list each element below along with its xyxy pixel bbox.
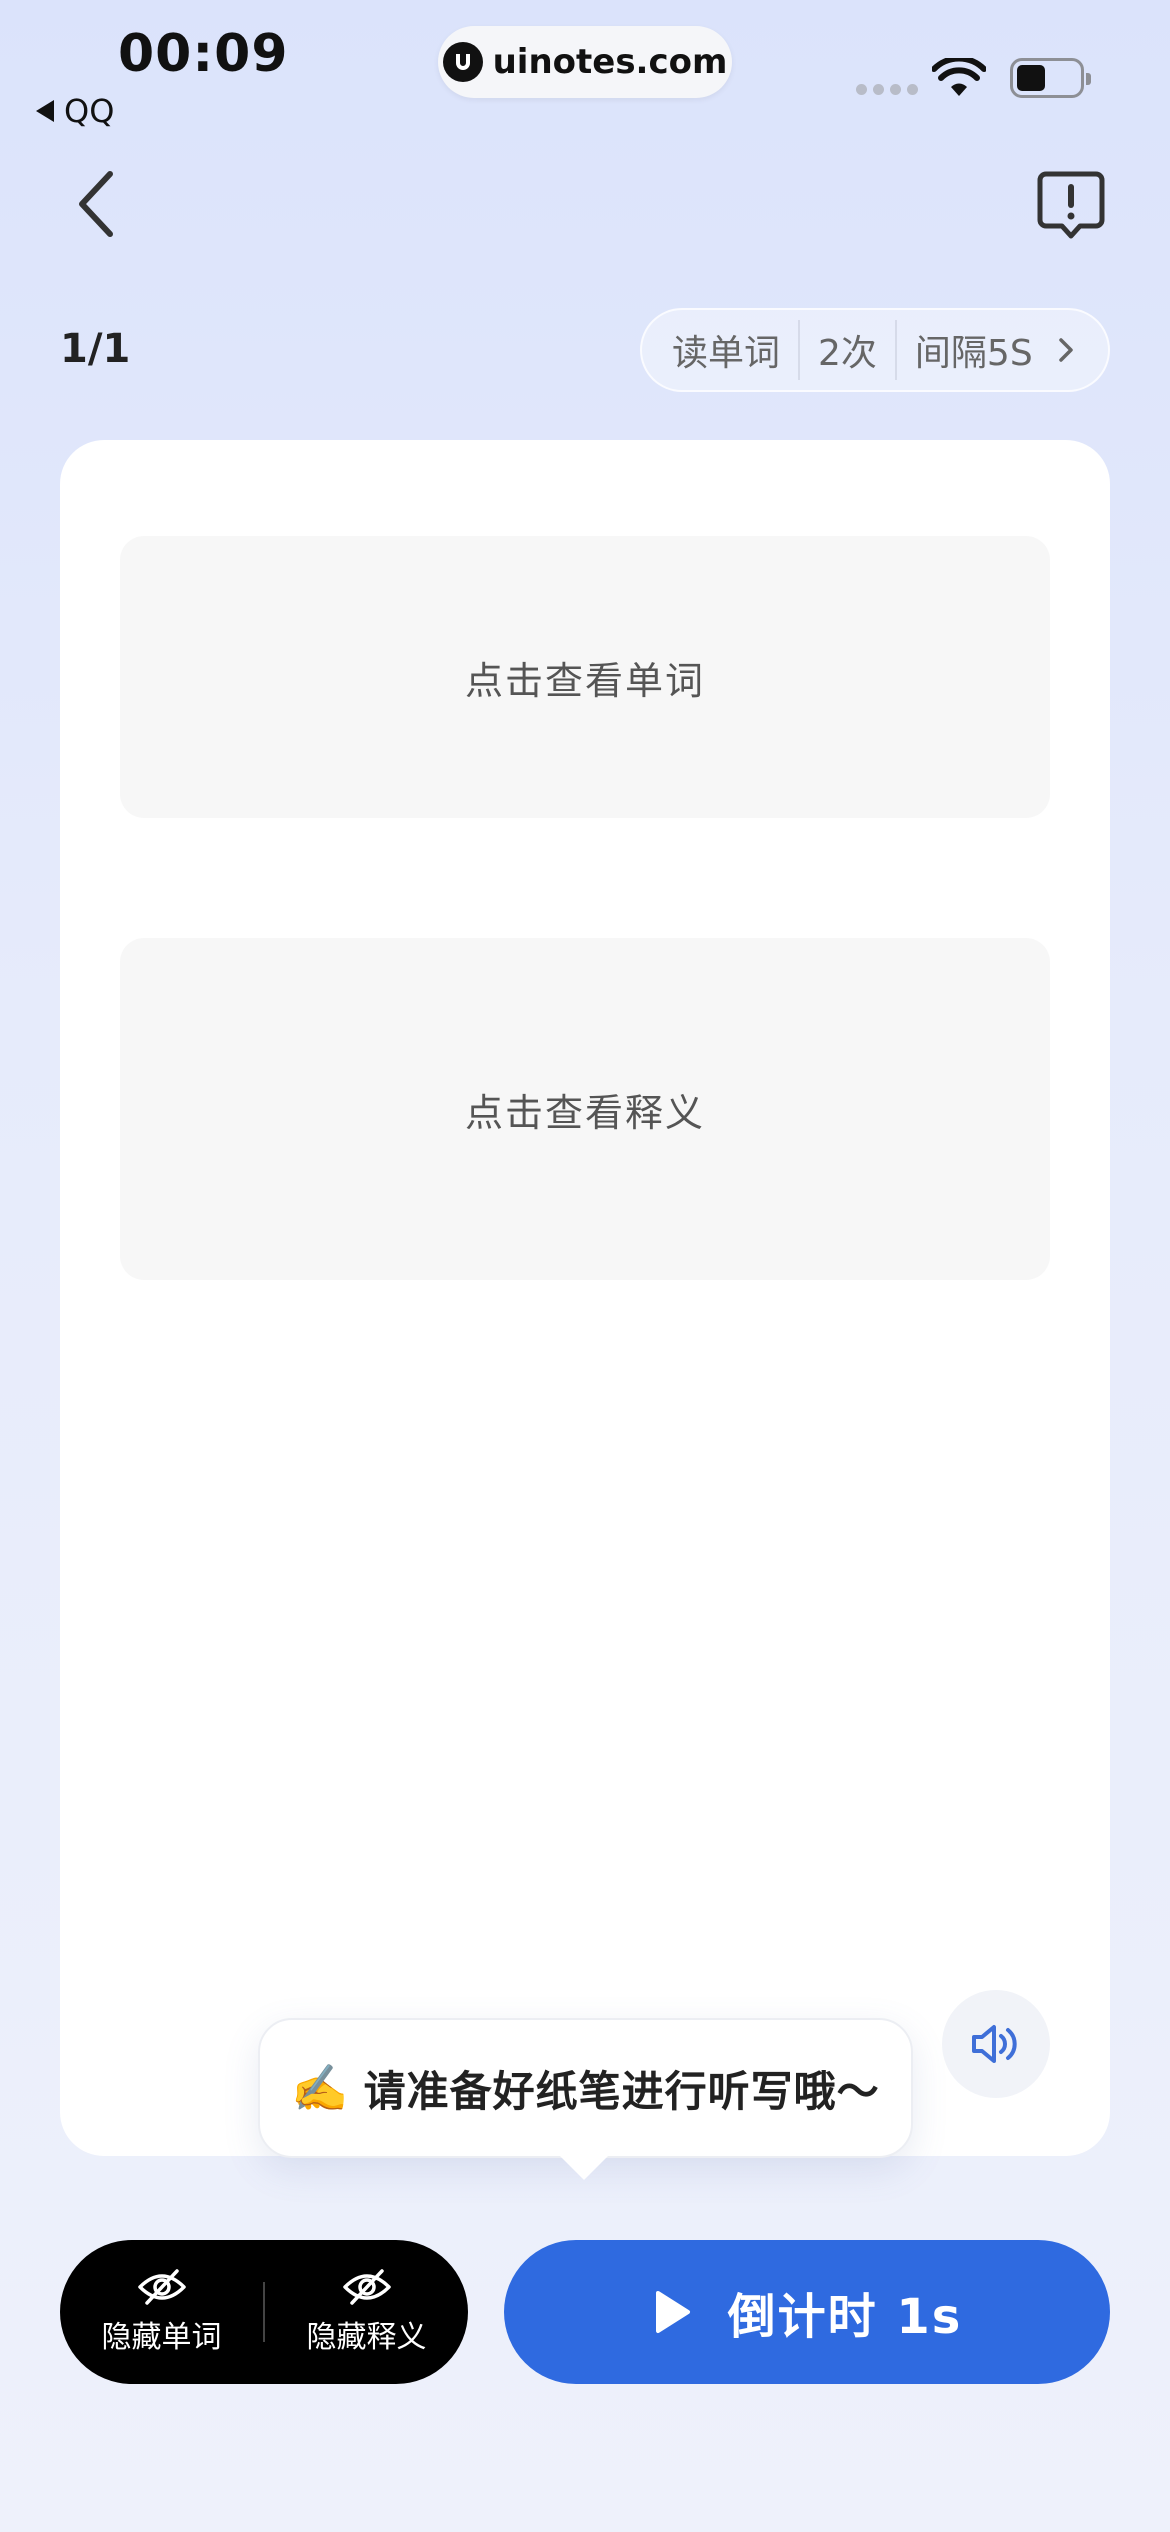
back-arrow-icon[interactable] — [70, 168, 124, 240]
hide-meaning-button[interactable]: 隐藏释义 — [265, 2240, 468, 2384]
speaker-icon — [972, 2025, 1017, 2063]
status-time: 00:09 — [118, 24, 289, 84]
report-icon[interactable] — [1036, 170, 1106, 242]
play-icon — [655, 2291, 690, 2333]
hide-meaning-label: 隐藏释义 — [306, 2320, 427, 2355]
url-pill[interactable]: uinotes.com — [438, 26, 732, 98]
cellular-signal-icon — [856, 84, 918, 95]
tooltip-arrow — [558, 2154, 610, 2180]
back-triangle-icon — [36, 100, 54, 122]
hide-word-label: 隐藏单词 — [101, 2320, 222, 2355]
battery-icon — [1010, 58, 1091, 98]
setting-repeat: 2次 — [818, 333, 877, 374]
tooltip-text: 请准备好纸笔进行听写哦～ — [363, 2066, 880, 2116]
dictation-tip-tooltip: ✍️ 请准备好纸笔进行听写哦～ — [258, 2018, 913, 2158]
progress-counter: 1/1 — [60, 326, 131, 372]
eye-off-icon — [342, 2269, 391, 2305]
back-app-label: QQ — [64, 92, 115, 130]
eye-off-icon — [137, 2269, 186, 2305]
setting-interval: 间隔5S — [914, 333, 1033, 374]
dictation-card: 点击查看单词 点击查看释义 — [60, 440, 1110, 2156]
url-text: uinotes.com — [492, 42, 728, 82]
chevron-right-icon — [1058, 338, 1073, 362]
setting-mode: 读单词 — [672, 333, 781, 374]
wifi-icon — [932, 58, 986, 96]
sound-button[interactable] — [942, 1990, 1050, 2098]
site-logo-icon — [442, 42, 483, 82]
countdown-label: 倒计时 1s — [727, 2289, 963, 2345]
countdown-play-button[interactable]: 倒计时 1s — [504, 2240, 1110, 2384]
reveal-meaning-box[interactable]: 点击查看释义 — [120, 938, 1050, 1280]
reveal-word-box[interactable]: 点击查看单词 — [120, 536, 1050, 818]
hide-word-button[interactable]: 隐藏单词 — [60, 2240, 263, 2384]
writing-hand-icon: ✍️ — [291, 2060, 350, 2115]
hide-toggle-group: 隐藏单词 隐藏释义 — [60, 2240, 468, 2384]
dictation-settings-button[interactable]: 读单词 2次 间隔5S — [640, 308, 1110, 392]
back-to-app[interactable]: QQ — [36, 92, 114, 130]
